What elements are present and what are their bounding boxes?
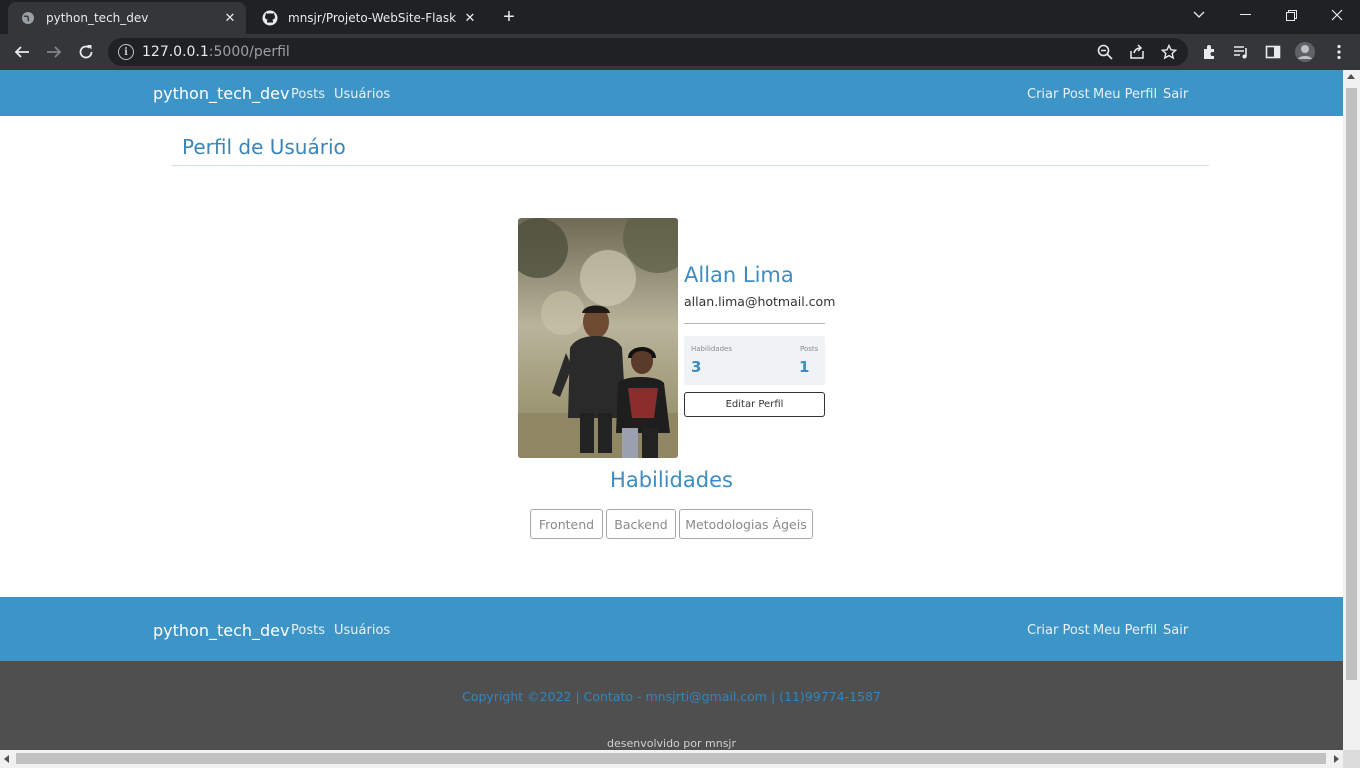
media-playlist-icon[interactable] bbox=[1230, 41, 1252, 63]
share-icon[interactable] bbox=[1126, 41, 1148, 63]
zoom-icon[interactable] bbox=[1094, 41, 1116, 63]
browser-toolbar: i 127.0.0.1:5000/perfil bbox=[0, 34, 1360, 70]
horizontal-scroll-thumb[interactable] bbox=[16, 753, 1326, 764]
stat-skills-value: 3 bbox=[691, 358, 702, 376]
footer-brand[interactable]: python_tech_dev bbox=[153, 621, 290, 640]
tab-title: mnsjr/Projeto-WebSite-Flask bbox=[288, 11, 457, 25]
back-arrow-icon[interactable] bbox=[10, 40, 34, 64]
scroll-left-arrow-icon[interactable] bbox=[4, 755, 9, 763]
footer-navbar: python_tech_dev Posts Usuários Criar Pos… bbox=[0, 597, 1343, 661]
stat-posts-value: 1 bbox=[799, 358, 810, 376]
profile-stats: Habilidades 3 Posts 1 bbox=[684, 336, 825, 385]
scrollbar-corner bbox=[1343, 750, 1360, 768]
nav-link-criar-post[interactable]: Criar Post bbox=[1027, 87, 1090, 102]
navbar-brand[interactable]: python_tech_dev bbox=[153, 84, 290, 103]
vertical-scrollbar[interactable] bbox=[1343, 70, 1360, 750]
tab-search-icon[interactable] bbox=[1176, 0, 1222, 30]
user-email: allan.lima@hotmail.com bbox=[684, 294, 836, 309]
globe-icon bbox=[20, 10, 36, 26]
bookmark-star-icon[interactable] bbox=[1158, 41, 1180, 63]
address-bar[interactable]: i 127.0.0.1:5000/perfil bbox=[108, 38, 1188, 66]
page-title: Perfil de Usuário bbox=[182, 135, 346, 159]
title-divider bbox=[172, 165, 1209, 166]
site-info-icon[interactable]: i bbox=[118, 44, 134, 60]
footer-copyright: Copyright ©2022 | Contato - mnsjrti@gmai… bbox=[462, 689, 881, 704]
skill-badge: Metodologias Ágeis bbox=[679, 509, 813, 539]
stat-posts-label: Posts bbox=[800, 345, 819, 353]
skills-heading: Habilidades bbox=[610, 468, 733, 492]
forward-arrow-icon[interactable] bbox=[42, 40, 66, 64]
profile-photo bbox=[518, 218, 678, 458]
nav-link-posts[interactable]: Posts bbox=[291, 87, 325, 102]
minimize-icon[interactable] bbox=[1222, 0, 1268, 30]
scroll-up-arrow-icon[interactable] bbox=[1347, 74, 1355, 79]
footer-developed-by: desenvolvido por mnsjr bbox=[606, 737, 737, 750]
restore-icon[interactable] bbox=[1268, 0, 1314, 30]
browser-tab-active[interactable]: python_tech_dev ✕ bbox=[8, 2, 246, 34]
browser-tab-inactive[interactable]: mnsjr/Projeto-WebSite-Flask ✕ bbox=[250, 2, 486, 34]
edit-profile-button[interactable]: Editar Perfil bbox=[684, 392, 825, 417]
footer-bottom: Copyright ©2022 | Contato - mnsjrti@gmai… bbox=[0, 661, 1343, 750]
github-icon bbox=[262, 10, 278, 26]
horizontal-scrollbar[interactable] bbox=[0, 750, 1343, 768]
user-name: Allan Lima bbox=[684, 263, 794, 287]
close-tab-icon[interactable]: ✕ bbox=[460, 8, 480, 28]
reload-icon[interactable] bbox=[74, 40, 98, 64]
profile-avatar-icon[interactable] bbox=[1294, 41, 1316, 63]
menu-kebab-icon[interactable] bbox=[1328, 41, 1350, 63]
url-text: 127.0.0.1:5000/perfil bbox=[142, 44, 290, 60]
profile-divider bbox=[684, 323, 825, 324]
page-viewport: python_tech_dev Posts Usuários Criar Pos… bbox=[0, 70, 1343, 750]
close-tab-icon[interactable]: ✕ bbox=[220, 8, 240, 28]
footer-link-criar-post[interactable]: Criar Post bbox=[1027, 623, 1090, 638]
nav-link-usuarios[interactable]: Usuários bbox=[334, 87, 390, 102]
nav-link-sair[interactable]: Sair bbox=[1163, 87, 1188, 102]
footer-link-posts[interactable]: Posts bbox=[291, 623, 325, 638]
new-tab-icon[interactable]: + bbox=[498, 6, 520, 28]
skill-badge: Frontend bbox=[530, 509, 603, 539]
side-panel-icon[interactable] bbox=[1262, 41, 1284, 63]
close-window-icon[interactable] bbox=[1314, 0, 1360, 30]
tab-title: python_tech_dev bbox=[46, 11, 149, 25]
footer-link-meu-perfil[interactable]: Meu Perfil bbox=[1093, 623, 1157, 638]
scroll-right-arrow-icon[interactable] bbox=[1334, 755, 1339, 763]
nav-link-meu-perfil[interactable]: Meu Perfil bbox=[1093, 87, 1157, 102]
browser-tab-strip: python_tech_dev ✕ mnsjr/Projeto-WebSite-… bbox=[0, 0, 1360, 34]
extensions-puzzle-icon[interactable] bbox=[1198, 41, 1220, 63]
footer-link-sair[interactable]: Sair bbox=[1163, 623, 1188, 638]
top-navbar: python_tech_dev Posts Usuários Criar Pos… bbox=[0, 70, 1343, 116]
skill-badge: Backend bbox=[606, 509, 676, 539]
footer-link-usuarios[interactable]: Usuários bbox=[334, 623, 390, 638]
vertical-scroll-thumb[interactable] bbox=[1346, 88, 1357, 680]
stat-skills-label: Habilidades bbox=[691, 345, 732, 353]
